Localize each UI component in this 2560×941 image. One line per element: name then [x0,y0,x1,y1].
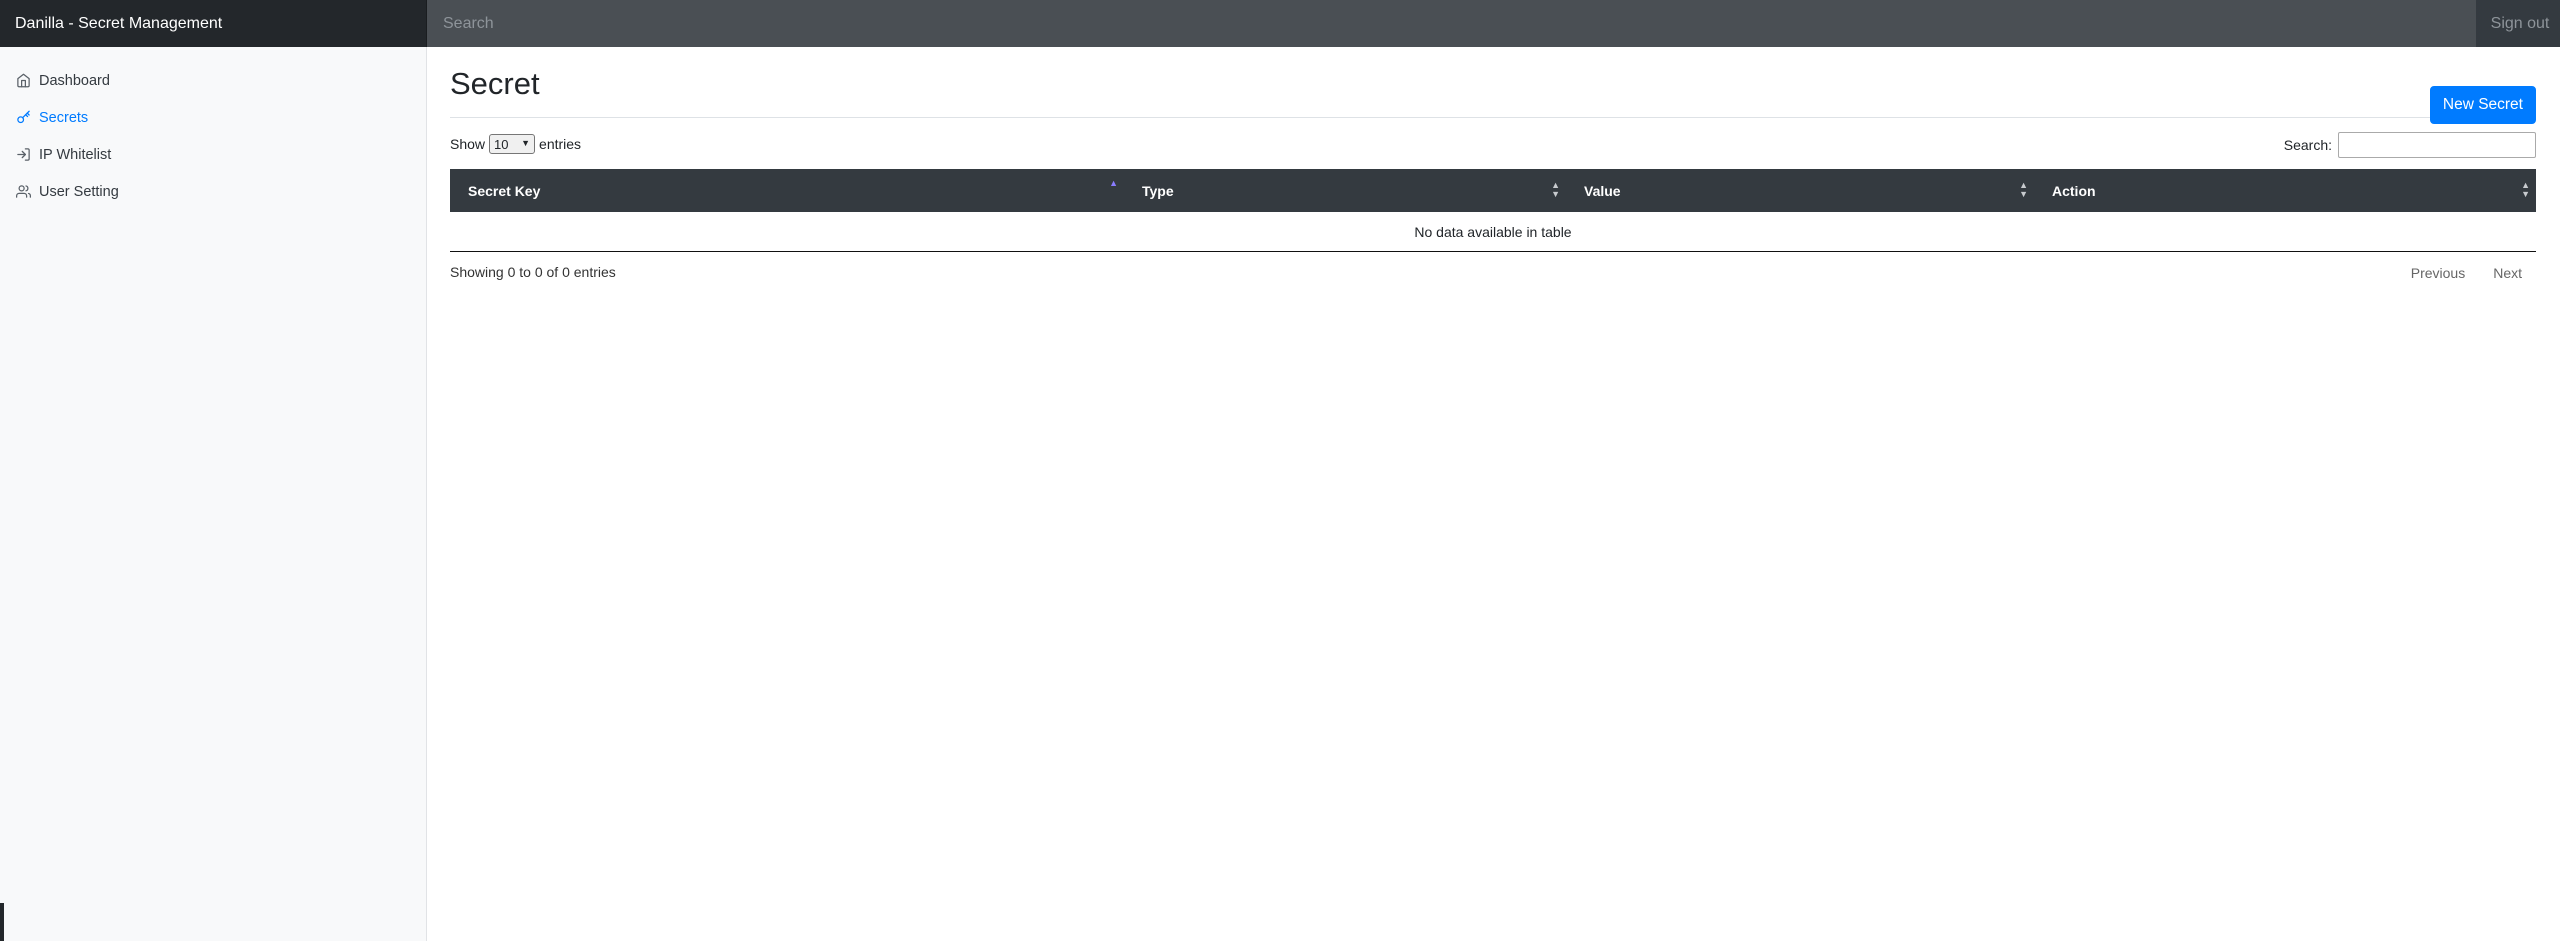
entries-select-value: 10 [494,136,509,152]
sort-icon: ▲ ▼ [2521,180,2530,199]
table-info: Showing 0 to 0 of 0 entries [450,264,616,280]
table-controls: Show 10 ▼ entries Search: [450,132,2536,162]
sidebar-item-label: Secrets [39,109,89,126]
empty-message: No data available in table [1414,223,1572,240]
app-brand[interactable]: Danilla - Secret Management [0,0,427,47]
sidebar-item-user-setting[interactable]: User Setting [0,173,426,210]
show-label: Show [450,136,486,152]
sidebar: Dashboard Secrets IP Whitelist User Sett… [0,47,427,941]
chevron-down-icon: ▼ [521,138,531,148]
pagination: Previous Next [2397,261,2536,285]
sidebar-item-dashboard[interactable]: Dashboard [0,62,426,99]
home-icon [16,73,31,88]
previous-button[interactable]: Previous [2397,261,2479,285]
column-header-label: Value [1584,182,1621,199]
key-icon [16,110,31,125]
top-search-input[interactable]: Search [427,0,2476,47]
users-icon [16,184,31,199]
new-secret-button[interactable]: New Secret [2429,86,2536,124]
entries-select[interactable]: 10 ▼ [489,134,536,154]
entries-label: entries [539,136,582,152]
main-content: Secret New Secret Show 10 ▼ entries Sear… [450,47,2536,281]
table-search-input[interactable] [2338,132,2536,158]
sort-icon: ▲ ▼ [1551,180,1560,199]
sidebar-item-label: Dashboard [39,72,110,89]
sort-icon: ▲ ▼ [2019,180,2028,199]
log-in-icon [16,147,31,162]
column-header-action[interactable]: Action ▲ ▼ [2034,169,2536,212]
sidebar-item-label: User Setting [39,183,119,200]
table-empty-row: No data available in table [450,212,2536,252]
column-header-type[interactable]: Type ▲ ▼ [1124,169,1566,212]
column-header-value[interactable]: Value ▲ ▼ [1566,169,2034,212]
next-button[interactable]: Next [2479,261,2536,285]
top-navbar: Danilla - Secret Management Search Sign … [0,0,2560,47]
page-title: Secret [450,66,540,101]
column-header-secret-key[interactable]: Secret Key ▲ [450,169,1124,212]
column-header-label: Secret Key [468,182,541,199]
search-label: Search: [2283,137,2332,153]
column-header-label: Type [1142,182,1174,199]
column-header-label: Action [2052,182,2096,199]
table-header-row: Secret Key ▲ Type ▲ ▼ Value ▲ ▼ Action ▲ ▼ [450,169,2536,212]
corner-handle [0,903,4,941]
sign-out-link[interactable]: Sign out [2476,0,2560,47]
secrets-table: Secret Key ▲ Type ▲ ▼ Value ▲ ▼ Action ▲ ▼ … [450,169,2536,252]
table-search: Search: [2284,132,2536,158]
sort-ascending-icon: ▲ [1109,178,1118,188]
entries-length-control: Show 10 ▼ entries [450,134,581,154]
sidebar-item-ip-whitelist[interactable]: IP Whitelist [0,136,426,173]
sidebar-item-label: IP Whitelist [39,146,112,163]
sidebar-item-secrets[interactable]: Secrets [0,99,426,136]
page-header: Secret New Secret [450,47,2536,124]
